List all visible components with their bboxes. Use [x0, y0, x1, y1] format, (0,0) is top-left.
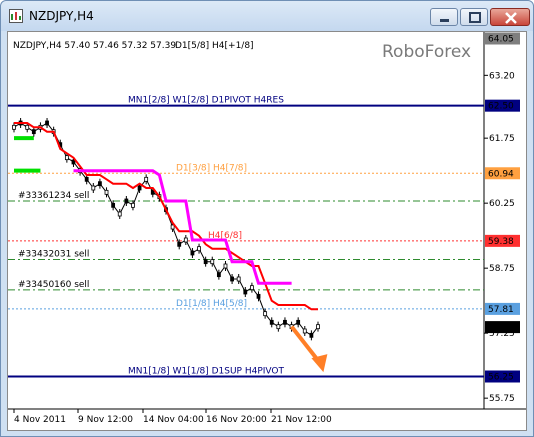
price-tick-label-3: 58.75: [489, 264, 515, 274]
price-tick-label-5: 55.75: [489, 394, 515, 404]
time-tick-label-0: 4 Nov 2011: [14, 415, 66, 425]
price-tick-label-2: 60.25: [489, 199, 515, 209]
price-candle-12: [91, 185, 96, 191]
price-candle-28: [197, 246, 201, 252]
price-box-label-1: 62.50: [488, 102, 514, 112]
close-button[interactable]: [490, 8, 530, 26]
price-candle-30: [210, 259, 215, 265]
price-box-label-6: 56.25: [488, 373, 514, 383]
chart-header: NZDJPY,H4 57.40 57.46 57.32 57.39: [13, 41, 176, 51]
price-candle-34: [236, 276, 241, 282]
level-label-2: #33361234 sell: [18, 191, 89, 201]
price-candle-11: [84, 176, 89, 182]
price-candle-44: [302, 328, 307, 334]
price-candle-32: [223, 263, 228, 269]
price-candle-26: [183, 237, 188, 243]
price-candle-41: [283, 319, 287, 325]
level-label-1: D1[3/8] H4[7/8]: [176, 163, 247, 173]
level-label-4: #33432031 sell: [18, 250, 89, 260]
price-candle-33: [230, 276, 234, 282]
price-candle-8: [64, 155, 69, 161]
plot-background: [8, 32, 484, 409]
restore-icon: [469, 12, 481, 23]
price-box-label-0: 64.05: [488, 35, 514, 45]
price-candle-2: [25, 124, 30, 130]
chart-header-overlay: D1[5/8] H4[+1/8]: [175, 41, 254, 51]
price-candle-35: [243, 289, 248, 295]
level-label-7: MN1[1/8] W1[1/8] D1SUP H4PIVOT: [128, 367, 284, 377]
price-candle-40: [276, 324, 281, 330]
price-candle-46: [316, 324, 320, 330]
price-candle-15: [111, 202, 116, 208]
chart-window: NZDJPY,H4 MN1[2/8] W1[2/8] D1PIVOT H4RES…: [0, 0, 534, 437]
price-candle-5: [45, 120, 49, 126]
price-candle-20: [144, 176, 149, 182]
level-label-0: MN1[2/8] W1[2/8] D1PIVOT H4RES: [128, 96, 284, 106]
chart-app-icon: [9, 9, 23, 23]
price-tick-label-1: 61.75: [489, 134, 515, 144]
price-candle-39: [269, 319, 274, 325]
price-candle-13: [98, 181, 102, 187]
price-candle-16: [117, 211, 122, 217]
chart-area[interactable]: MN1[2/8] W1[2/8] D1PIVOT H4RES D1[3/8] H4…: [7, 31, 527, 431]
level-label-6: D1[1/8] H4[5/8]: [176, 299, 247, 309]
title-bar[interactable]: NZDJPY,H4: [1, 1, 533, 31]
time-tick-label-4: 21 Nov 12:00: [271, 415, 332, 425]
price-box-label-3: 59.38: [488, 237, 514, 247]
price-box-label-5: 57.39: [488, 323, 514, 333]
price-candle-43: [296, 319, 301, 325]
price-candle-31: [216, 272, 221, 278]
price-candle-3: [31, 129, 36, 135]
time-tick-label-1: 9 Nov 12:00: [78, 415, 133, 425]
time-tick-label-3: 16 Nov 20:00: [206, 415, 267, 425]
minimize-icon: [440, 19, 449, 22]
price-box-label-2: 60.94: [488, 169, 514, 179]
price-candle-0: [12, 124, 16, 130]
price-candle-37: [256, 293, 261, 299]
price-candle-19: [137, 185, 142, 191]
time-scale: 4 Nov 2011 9 Nov 12:00 14 Nov 04:00 16 Nov …: [13, 409, 332, 425]
price-candle-14: [104, 189, 109, 195]
price-candle-36: [250, 285, 254, 291]
price-candle-27: [190, 250, 195, 256]
price-chart[interactable]: MN1[2/8] W1[2/8] D1PIVOT H4RES D1[3/8] H4…: [8, 32, 526, 430]
price-candle-45: [309, 332, 314, 338]
close-icon: [505, 12, 517, 24]
restore-button[interactable]: [460, 8, 488, 26]
time-tick-label-2: 14 Nov 04:00: [143, 415, 204, 425]
price-tick-label-0: 63.20: [489, 71, 515, 81]
broker-watermark: RoboForex: [382, 42, 471, 62]
level-label-5: #33450160 sell: [18, 280, 89, 290]
price-candle-38: [263, 311, 268, 317]
price-candle-18: [131, 202, 135, 208]
minimize-button[interactable]: [430, 8, 458, 26]
window-title: NZDJPY,H4: [29, 9, 94, 23]
price-box-label-4: 57.81: [488, 305, 514, 315]
price-candle-25: [177, 241, 182, 247]
price-candle-17: [124, 198, 129, 204]
price-candle-29: [203, 259, 208, 265]
